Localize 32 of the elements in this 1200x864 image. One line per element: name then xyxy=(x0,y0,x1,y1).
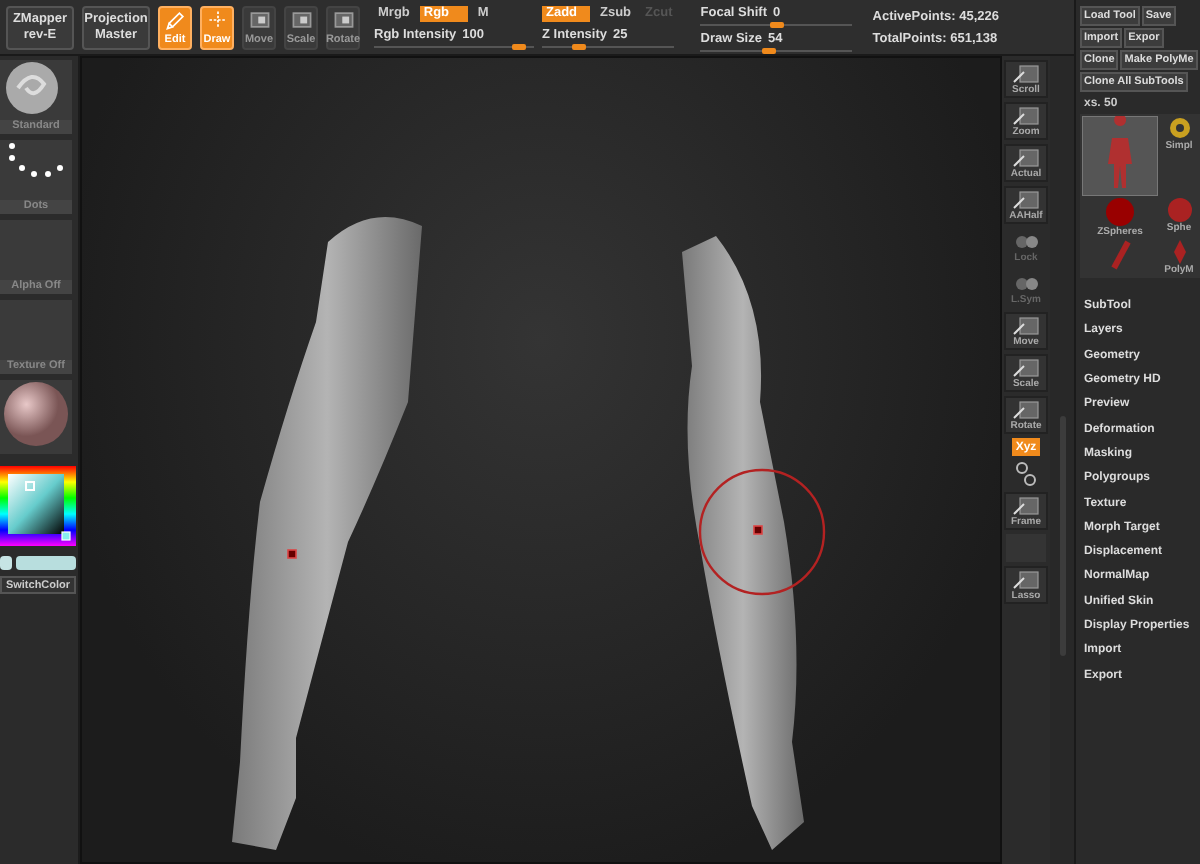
square-icon xyxy=(1012,190,1040,210)
diamond-icon xyxy=(1171,240,1187,264)
square-icon xyxy=(245,7,273,31)
square-icon xyxy=(1012,316,1040,336)
slider-knob[interactable] xyxy=(762,47,777,53)
pencil-icon xyxy=(161,7,189,31)
dot-marker-icon xyxy=(287,549,297,559)
square-icon xyxy=(287,7,315,31)
slider-knob[interactable] xyxy=(572,44,587,50)
color-picker[interactable] xyxy=(0,466,76,546)
circles-icon xyxy=(1012,232,1040,252)
square-icon xyxy=(1012,570,1040,590)
square-icon xyxy=(1012,64,1040,84)
crosshair-icon xyxy=(203,7,231,31)
secondary-color-swatch[interactable] xyxy=(0,556,12,570)
slider-knob[interactable] xyxy=(770,21,785,27)
material-sphere-icon xyxy=(2,380,70,448)
square-icon xyxy=(329,7,357,31)
sphere-icon xyxy=(1106,198,1134,226)
sphere-icon xyxy=(1167,198,1191,222)
square-icon xyxy=(1012,148,1040,168)
rotation-axes-icon[interactable] xyxy=(1012,460,1040,488)
main-color-swatch[interactable] xyxy=(16,556,76,570)
thumbnail-button[interactable] xyxy=(0,380,72,454)
brush-cursor-icon xyxy=(698,468,826,596)
stick-icon xyxy=(1109,240,1131,270)
square-icon xyxy=(1012,358,1040,378)
square-icon xyxy=(1012,496,1040,516)
square-icon xyxy=(1012,106,1040,126)
square-icon xyxy=(1012,400,1040,420)
slider-knob[interactable] xyxy=(512,44,526,50)
circles-icon xyxy=(1012,274,1040,294)
